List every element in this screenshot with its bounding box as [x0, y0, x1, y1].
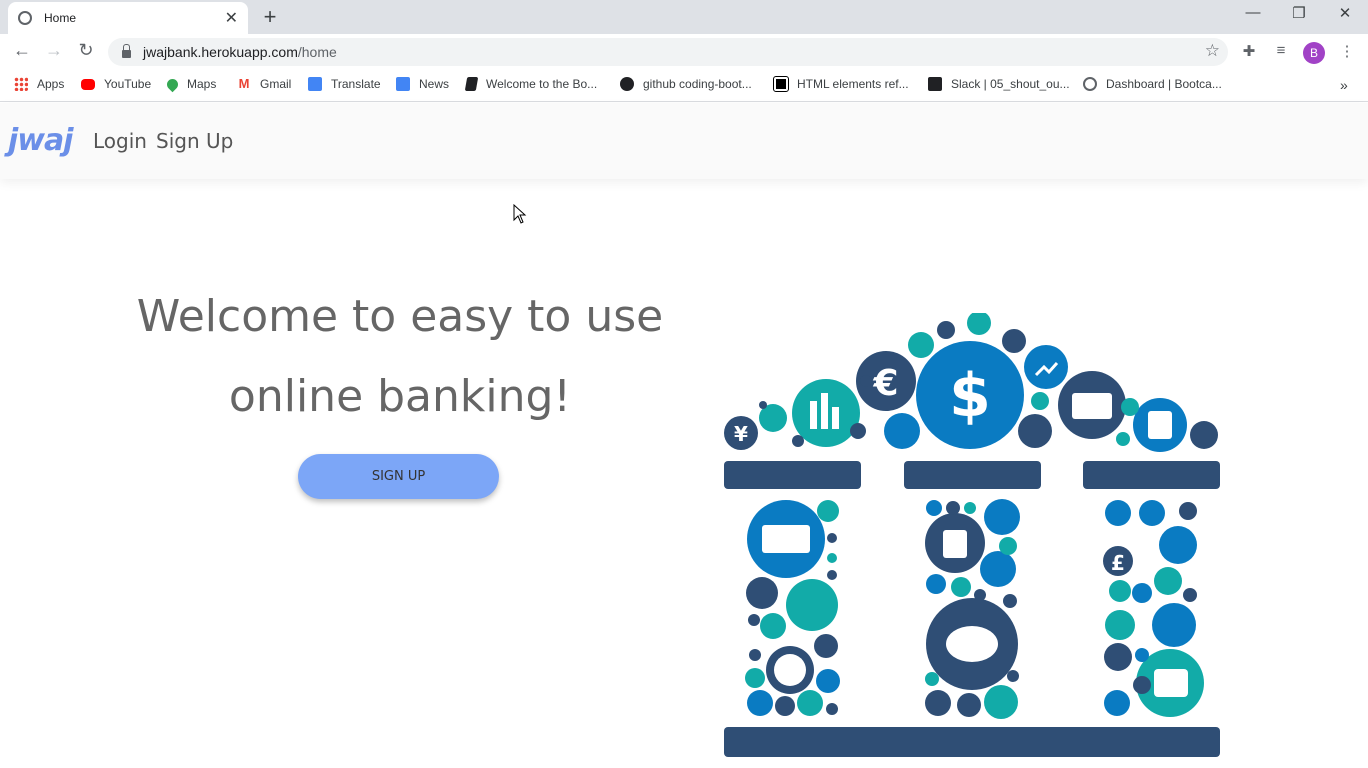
media-control-icon[interactable]: ≡	[1270, 42, 1292, 59]
right-pillar: £	[1103, 500, 1204, 717]
back-button[interactable]: ←	[10, 40, 34, 61]
bookmark-apps[interactable]: Apps	[14, 77, 64, 91]
site-navbar: jwaj Login Sign Up	[0, 103, 1368, 179]
cash-icon	[762, 525, 810, 553]
bookmark-html-ref[interactable]: HTML elements ref...	[773, 76, 909, 92]
bookmark-slack[interactable]: Slack | 05_shout_ou...	[928, 77, 1070, 91]
window-close-button[interactable]: ✕	[1330, 4, 1360, 22]
abacus-icon	[1148, 411, 1172, 439]
nav-login-link[interactable]: Login	[93, 129, 147, 153]
calculator-icon	[943, 530, 967, 558]
pound-icon: £	[1111, 551, 1125, 575]
nav-signup-link[interactable]: Sign Up	[156, 129, 233, 153]
wallet-icon	[1154, 669, 1188, 697]
bookmark-dashboard[interactable]: Dashboard | Bootca...	[1083, 77, 1222, 91]
profile-avatar[interactable]: B	[1303, 42, 1325, 64]
piggy-bank-icon	[946, 626, 998, 662]
hero-heading-line1: Welcome to easy to use	[136, 291, 664, 342]
credit-card-icon	[1072, 393, 1112, 419]
extensions-icon[interactable]: ✚	[1238, 42, 1260, 60]
browser-tab[interactable]: Home ✕	[8, 2, 248, 34]
page-content: jwaj Login Sign Up Welcome to easy to us…	[0, 103, 1368, 768]
bookmark-gmail[interactable]: M Gmail	[237, 76, 292, 92]
hero-heading-line2: online banking!	[228, 371, 572, 422]
forward-button[interactable]: →	[42, 40, 66, 61]
tab-title: Home	[44, 11, 77, 25]
globe-icon	[18, 11, 32, 25]
gmail-icon: M	[238, 76, 250, 91]
center-pillar	[925, 499, 1020, 719]
maps-icon	[164, 76, 181, 92]
more-bookmarks-button[interactable]: »	[1340, 77, 1348, 93]
bookmark-star-icon[interactable]: ☆	[1205, 41, 1220, 61]
bank-illustration: $ € ¥ £	[724, 313, 1220, 757]
slack-icon	[928, 77, 942, 91]
tab-strip: Home ✕ + — ❐ ✕	[0, 0, 1368, 34]
restore-button[interactable]: ❐	[1284, 4, 1314, 22]
reload-button[interactable]: ↻	[74, 40, 98, 61]
bookmarks-bar: Apps YouTube Maps M Gmail Translate News…	[0, 70, 1368, 102]
dollar-icon: $	[949, 361, 991, 431]
minimize-button[interactable]: —	[1238, 4, 1268, 21]
bookmark-welcome[interactable]: Welcome to the Bo...	[464, 77, 597, 91]
pie-chart-icon	[774, 654, 806, 686]
yen-icon: ¥	[734, 422, 748, 446]
apps-grid-icon	[14, 77, 28, 91]
url-bar[interactable]: jwajbank.herokuapp.com/home ☆	[108, 38, 1228, 66]
globe-icon	[1083, 77, 1097, 91]
lock-icon	[122, 44, 131, 58]
new-tab-button[interactable]: +	[258, 4, 282, 30]
bookmark-github[interactable]: github coding-boot...	[620, 77, 752, 91]
tab-close-icon[interactable]: ✕	[225, 8, 238, 28]
signup-button[interactable]: SIGN UP	[298, 454, 499, 499]
left-pillar	[745, 500, 840, 716]
menu-kebab-icon[interactable]: ⋮	[1336, 42, 1358, 60]
bookmark-maps[interactable]: Maps	[164, 76, 216, 92]
book-icon	[464, 77, 479, 91]
url-host: jwajbank.herokuapp.com	[143, 44, 298, 60]
mouse-cursor-icon	[513, 204, 527, 224]
youtube-icon	[81, 78, 95, 90]
bookmark-translate[interactable]: Translate	[308, 77, 381, 91]
github-icon	[620, 77, 634, 91]
site-logo[interactable]: jwaj	[8, 123, 74, 158]
address-toolbar: ← → ↻ jwajbank.herokuapp.com/home ☆ ✚ ≡ …	[0, 34, 1368, 70]
url-path: /home	[297, 44, 337, 60]
bank-base	[724, 727, 1220, 757]
mdn-icon	[773, 76, 789, 92]
bar-chart-icon	[810, 401, 817, 429]
bookmark-news[interactable]: News	[396, 77, 449, 91]
news-icon	[396, 77, 410, 91]
euro-icon: €	[872, 363, 898, 404]
bookmark-youtube[interactable]: YouTube	[81, 77, 151, 91]
translate-icon	[308, 77, 322, 91]
